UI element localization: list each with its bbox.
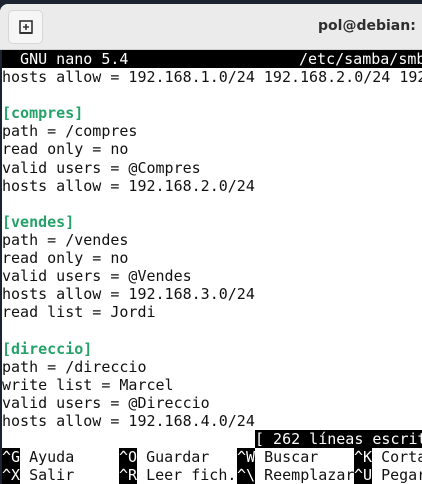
- title-bar: pol@debian: ~: [0, 4, 422, 50]
- shortcut-label: Ayuda: [20, 448, 75, 466]
- shortcut-item[interactable]: ^K Corta: [354, 448, 422, 466]
- shortcut-key: ^\: [237, 466, 256, 484]
- section-header-line: [vendes]: [2, 213, 75, 231]
- shortcut-key: ^R: [119, 466, 138, 484]
- nano-version: GNU nano 5.4: [2, 50, 129, 68]
- text-line: write list = Marcel: [2, 376, 174, 394]
- section-header-line: [direccio]: [2, 340, 93, 358]
- shortcut-item[interactable]: ^R Leer fich.: [119, 466, 236, 484]
- text-line: path = /compres: [2, 122, 138, 140]
- text-line: read only = no: [2, 249, 129, 267]
- shortcut-key: ^G: [2, 448, 21, 466]
- new-tab-button[interactable]: [8, 10, 43, 44]
- text-line: valid users = @Compres: [2, 159, 201, 177]
- text-line: hosts allow = 192.168.4.0/24: [2, 412, 255, 430]
- terminal-window: pol@debian: ~ GNU nano 5.4/etc/samba/smb…: [0, 4, 422, 484]
- status-bar: [ 262 líneas escrit: [255, 430, 422, 448]
- shortcut-key: ^O: [119, 448, 138, 466]
- text-line: hosts allow = 192.168.2.0/24: [2, 177, 255, 195]
- shortcut-item[interactable]: ^W Buscar: [237, 448, 318, 466]
- file-name: /etc/samba/smb: [299, 50, 422, 68]
- nano-header: GNU nano 5.4/etc/samba/smb: [2, 50, 422, 68]
- shortcut-item[interactable]: ^U Pegar: [354, 466, 422, 484]
- nano-editor[interactable]: GNU nano 5.4/etc/samba/smb hosts allow =…: [0, 50, 422, 484]
- shortcut-item[interactable]: ^X Salir: [2, 466, 74, 484]
- shortcut-label: Reemplazar: [255, 466, 355, 484]
- text-line: path = /direccio: [2, 358, 147, 376]
- shortcut-label: Corta: [372, 448, 422, 466]
- shortcut-row: ^G Ayuda ^O Guardar ^W Buscar ^K Corta: [2, 448, 422, 466]
- section-header-line: [compres]: [2, 104, 84, 122]
- shortcut-label: Leer fich.: [137, 466, 237, 484]
- shortcut-label: Guardar: [137, 448, 210, 466]
- text-line: valid users = @Direccio: [2, 394, 210, 412]
- status-message: [ 262 líneas escrit: [255, 430, 422, 448]
- window-title: pol@debian: ~: [318, 18, 422, 34]
- shortcut-row: ^X Salir ^R Leer fich. ^\ Reemplazar ^U Peg…: [2, 466, 422, 484]
- shortcut-item[interactable]: ^G Ayuda: [2, 448, 74, 466]
- shortcut-label: Buscar: [255, 448, 319, 466]
- shortcut-key: ^U: [354, 466, 373, 484]
- text-line: hosts allow = 192.168.1.0/24 192.168.2.0…: [2, 68, 422, 86]
- shortcut-key: ^W: [237, 448, 256, 466]
- shortcut-key: ^K: [354, 448, 373, 466]
- shortcut-label: Salir: [20, 466, 75, 484]
- shortcut-item[interactable]: ^\ Reemplazar: [237, 466, 354, 484]
- text-line: path = /vendes: [2, 231, 129, 249]
- shortcut-label: Pegar: [372, 466, 422, 484]
- new-tab-icon: [18, 20, 33, 34]
- text-line: valid users = @Vendes: [2, 267, 192, 285]
- text-line: read list = Jordi: [2, 303, 156, 321]
- text-line: hosts allow = 192.168.3.0/24: [2, 285, 255, 303]
- shortcut-item[interactable]: ^O Guardar: [119, 448, 209, 466]
- text-line: read only = no: [2, 140, 129, 158]
- shortcut-key: ^X: [2, 466, 21, 484]
